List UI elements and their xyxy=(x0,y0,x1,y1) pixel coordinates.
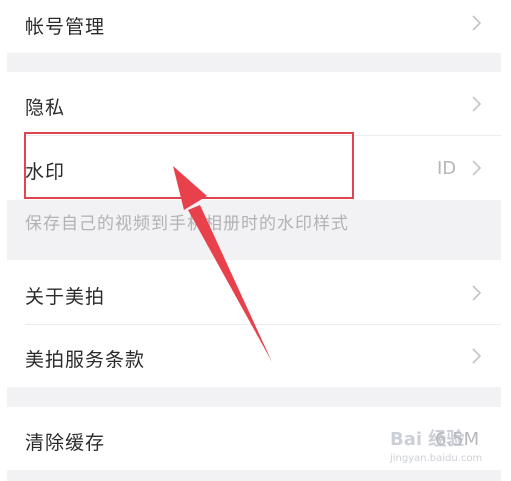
baidu-watermark: Bai 经验 jingyan.baidu.com xyxy=(390,425,495,473)
settings-screen: { "settings": { "account": {"label": "帐号… xyxy=(0,0,511,481)
annotation-arrow-icon xyxy=(173,166,272,362)
watermark-brand: Bai 经验 xyxy=(390,429,465,450)
watermark-url: jingyan.baidu.com xyxy=(390,453,483,464)
